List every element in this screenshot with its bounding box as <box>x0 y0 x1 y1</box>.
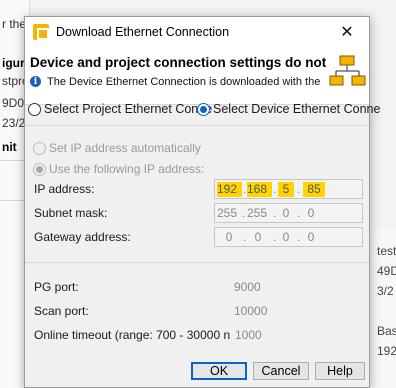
online-timeout-value[interactable]: 1000 <box>235 328 262 342</box>
background-text: Bas <box>377 324 396 338</box>
ip-dot: . <box>297 230 301 244</box>
gateway-octet: 0 <box>254 230 262 244</box>
gateway-octet: 0 <box>282 230 290 244</box>
divider <box>25 125 369 126</box>
dialog-titlebar[interactable]: Download Ethernet Connection ✕ <box>25 17 369 47</box>
gateway-address-label: Gateway address: <box>34 230 131 244</box>
radio-label: Select Project Ethernet Conne <box>44 102 213 116</box>
background-text: 49D <box>377 264 396 278</box>
ip-dot: . <box>243 182 247 196</box>
info-icon: i <box>30 76 41 87</box>
close-button[interactable]: ✕ <box>325 17 369 47</box>
radio-label: Use the following IP address: <box>49 162 205 176</box>
network-devices-icon <box>329 55 366 86</box>
gateway-address-field[interactable]: 0 . 0 . 0 . 0 <box>214 227 363 247</box>
radio-device-connection[interactable]: Select Device Ethernet Conne <box>197 99 380 119</box>
radio-label: Select Device Ethernet Conne <box>213 102 381 116</box>
scan-port-value[interactable]: 10000 <box>234 304 267 318</box>
ip-dot: . <box>243 230 247 244</box>
background-text: 9D0 <box>2 96 25 110</box>
mask-octet: 0 <box>307 206 315 220</box>
ip-octet: 192 <box>217 182 242 197</box>
ip-dot: . <box>297 206 301 220</box>
background-text: 3/2 <box>377 284 394 298</box>
pg-port-value[interactable]: 9000 <box>234 280 261 294</box>
radio-project-connection[interactable]: Select Project Ethernet Conne <box>28 99 212 119</box>
background-text: test <box>377 244 396 258</box>
background-text: 23/2 <box>2 116 26 130</box>
ip-address-field[interactable]: 192 . 168 . 5 . 85 <box>214 179 363 199</box>
radio-label: Set IP address automatically <box>49 141 201 155</box>
radio-ip-auto[interactable]: Set IP address automatically <box>33 138 201 158</box>
ip-octet: 85 <box>303 182 325 197</box>
subnet-mask-label: Subnet mask: <box>34 206 108 220</box>
dialog-header: Device and project connection settings d… <box>25 47 369 105</box>
pg-port-label: PG port: <box>34 280 79 294</box>
mask-octet: 255 <box>217 206 238 220</box>
download-app-icon <box>33 24 49 40</box>
gateway-octet: 0 <box>225 230 233 244</box>
ip-dot: . <box>273 182 277 196</box>
background-text: 192 <box>377 344 396 358</box>
radio-button[interactable] <box>197 102 210 116</box>
ok-button[interactable]: OK <box>191 362 247 380</box>
background-text: nit <box>2 140 17 154</box>
divider <box>25 262 369 263</box>
radio-button[interactable] <box>33 141 46 155</box>
close-icon: ✕ <box>340 24 354 41</box>
gateway-octet: 0 <box>307 230 315 244</box>
radio-button[interactable] <box>33 162 46 176</box>
ip-dot: . <box>242 206 246 220</box>
ip-dot: . <box>273 230 277 244</box>
mask-octet: 255 <box>247 206 268 220</box>
subnet-mask-field[interactable]: 255 . 255 . 0 . 0 <box>214 203 363 223</box>
cancel-button[interactable]: Cancel <box>253 362 309 380</box>
ip-octet: 168 <box>247 182 272 197</box>
ip-dot: . <box>297 182 301 196</box>
help-button[interactable]: Help <box>315 362 365 380</box>
radio-button[interactable] <box>28 102 41 116</box>
mask-octet: 0 <box>282 206 290 220</box>
radio-ip-manual[interactable]: Use the following IP address: <box>33 159 204 179</box>
download-ethernet-dialog: Download Ethernet Connection ✕ Device an… <box>24 16 380 388</box>
ip-address-label: IP address: <box>34 182 95 196</box>
ip-octet: 5 <box>278 182 294 197</box>
online-timeout-label: Online timeout (range: 700 - 30000 n <box>34 328 231 342</box>
header-title: Device and project connection settings d… <box>30 55 327 70</box>
dialog-title: Download Ethernet Connection <box>56 25 230 39</box>
ip-dot: . <box>273 206 277 220</box>
scan-port-label: Scan port: <box>34 304 89 318</box>
header-subtitle: The Device Ethernet Connection is downlo… <box>47 76 321 88</box>
